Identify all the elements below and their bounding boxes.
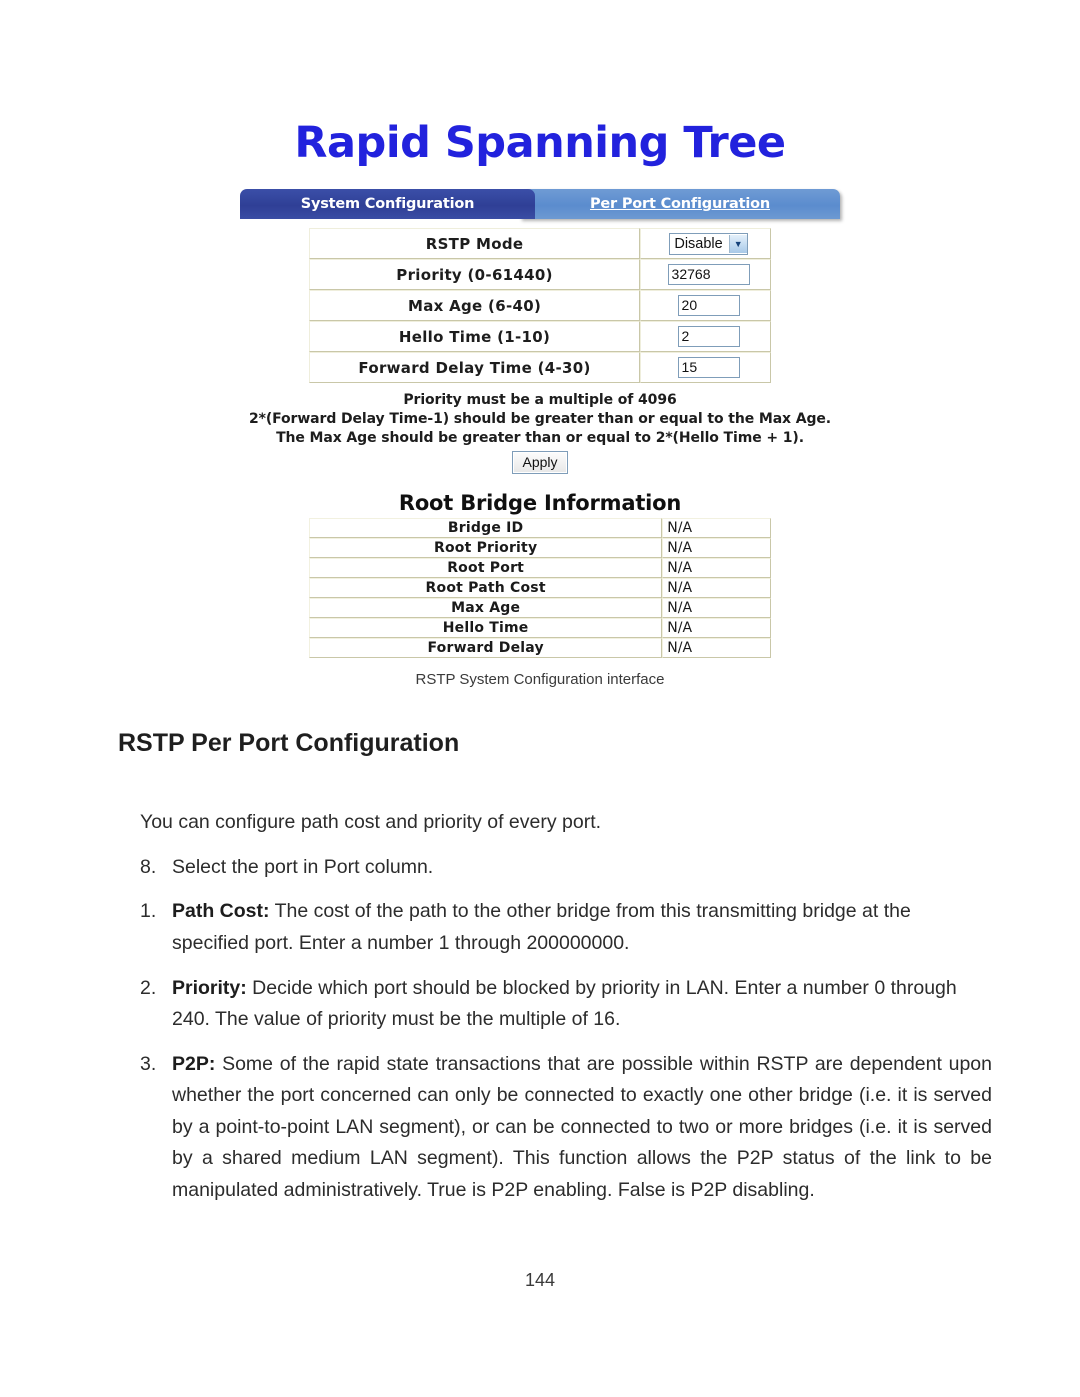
forward-delay-time-cell: 15	[640, 352, 771, 383]
document-body: RSTP Per Port Configuration You can conf…	[0, 728, 1080, 1207]
hello-time-label: Hello Time (1-10)	[309, 321, 641, 352]
table-row: Root Priority N/A	[309, 538, 771, 559]
root-port-label: Root Port	[309, 558, 663, 579]
list-item-body: Priority: Decide which port should be bl…	[172, 973, 992, 1036]
page-number: 144	[524, 1270, 556, 1290]
table-row: Max Age N/A	[309, 598, 771, 619]
tab-bar: System Configuration Per Port Configurat…	[240, 189, 840, 219]
bridge-id-label: Bridge ID	[309, 518, 663, 539]
list-item-text: Select the port in Port column.	[172, 855, 434, 878]
intro-paragraph: You can configure path cost and priority…	[140, 811, 602, 834]
tab-per-port-configuration-label: Per Port Configuration	[589, 196, 770, 212]
list-item-number: 1.	[140, 900, 157, 923]
table-row: Max Age (6-40) 20	[309, 290, 771, 321]
note-line: 2*(Forward Delay Time-1) should be great…	[248, 410, 832, 427]
rstp-mode-value: Disable	[674, 235, 723, 252]
chevron-down-icon[interactable]: ▼	[728, 234, 747, 253]
list-item-term: P2P:	[172, 1052, 216, 1075]
table-row: RSTP Mode Disable ▼	[309, 228, 771, 259]
table-row: Bridge ID N/A	[309, 518, 771, 539]
priority-label: Priority (0-61440)	[309, 259, 641, 290]
max-age-input[interactable]: 20	[677, 295, 740, 316]
root-priority-label: Root Priority	[309, 538, 663, 559]
bridge-id-value: N/A	[662, 518, 771, 539]
tab-system-configuration[interactable]: System Configuration	[240, 189, 535, 219]
list-item-term: Path Cost:	[172, 900, 270, 923]
table-row: Priority (0-61440) 32768	[309, 259, 771, 290]
apply-button-row: Apply	[0, 451, 1080, 475]
list-item-term: Priority:	[172, 976, 247, 999]
root-port-value: N/A	[662, 558, 771, 579]
note-line: Priority must be a multiple of 4096	[403, 392, 677, 408]
forward-delay-info-label: Forward Delay	[309, 638, 663, 659]
list-item-number: 8.	[140, 855, 157, 878]
list-item-text: The cost of the path to the other bridge…	[172, 900, 911, 954]
list-item-body: Select the port in Port column.	[172, 852, 992, 884]
list-item-text: Some of the rapid state transactions tha…	[172, 1052, 992, 1202]
priority-input[interactable]: 32768	[667, 264, 750, 285]
forward-delay-info-value: N/A	[662, 638, 771, 659]
note-line: The Max Age should be greater than or eq…	[276, 429, 804, 446]
table-row: Forward Delay N/A	[309, 638, 771, 659]
root-bridge-information-table: Bridge ID N/A Root Priority N/A Root Por…	[309, 518, 771, 659]
table-row: Root Path Cost N/A	[309, 578, 771, 599]
root-path-cost-value: N/A	[662, 578, 771, 599]
table-row: Forward Delay Time (4-30) 15	[309, 352, 771, 383]
max-age-info-label: Max Age	[309, 598, 663, 619]
forward-delay-time-label: Forward Delay Time (4-30)	[309, 352, 641, 383]
hello-time-info-value: N/A	[662, 618, 771, 639]
list-item: 2. Priority: Decide which port should be…	[0, 973, 1080, 1036]
hello-time-input[interactable]: 2	[677, 326, 740, 347]
list-item: 1. Path Cost: The cost of the path to th…	[0, 896, 1080, 959]
list-item-text: Decide which port should be blocked by p…	[172, 976, 957, 1031]
table-row: Hello Time N/A	[309, 618, 771, 639]
rstp-mode-label: RSTP Mode	[309, 228, 641, 259]
max-age-label: Max Age (6-40)	[309, 290, 641, 321]
list-item-number: 3.	[140, 1052, 157, 1075]
apply-button[interactable]: Apply	[512, 451, 568, 475]
tab-per-port-configuration[interactable]: Per Port Configuration	[520, 189, 840, 219]
max-age-info-value: N/A	[662, 598, 771, 619]
root-bridge-heading: Root Bridge Information	[398, 491, 682, 516]
figure-caption: RSTP System Configuration interface	[415, 671, 665, 689]
app-title: Rapid Spanning Tree	[294, 118, 786, 168]
root-priority-value: N/A	[662, 538, 771, 559]
list-item-body: Path Cost: The cost of the path to the o…	[172, 896, 992, 959]
rstp-mode-cell: Disable ▼	[640, 228, 771, 259]
list-item-body: P2P: Some of the rapid state transaction…	[172, 1049, 992, 1207]
priority-cell: 32768	[640, 259, 771, 290]
list-item: 3. P2P: Some of the rapid state transact…	[0, 1049, 1080, 1207]
hello-time-cell: 2	[640, 321, 771, 352]
rstp-screenshot-figure: Rapid Spanning Tree System Configuration…	[0, 0, 1080, 688]
rstp-mode-select[interactable]: Disable ▼	[669, 232, 748, 255]
table-row: Hello Time (1-10) 2	[309, 321, 771, 352]
list-item: 8. Select the port in Port column.	[0, 852, 1080, 884]
validation-notes: Priority must be a multiple of 4096 2*(F…	[0, 391, 1080, 447]
forward-delay-time-input[interactable]: 15	[677, 357, 740, 378]
table-row: Root Port N/A	[309, 558, 771, 579]
root-path-cost-label: Root Path Cost	[309, 578, 663, 599]
hello-time-info-label: Hello Time	[309, 618, 663, 639]
rstp-system-config-table: RSTP Mode Disable ▼ Priority (0-61440) 3…	[309, 228, 771, 383]
list-item-number: 2.	[140, 976, 157, 999]
page-title: RSTP Per Port Configuration	[118, 729, 460, 757]
max-age-cell: 20	[640, 290, 771, 321]
tab-system-configuration-label: System Configuration	[300, 196, 475, 212]
